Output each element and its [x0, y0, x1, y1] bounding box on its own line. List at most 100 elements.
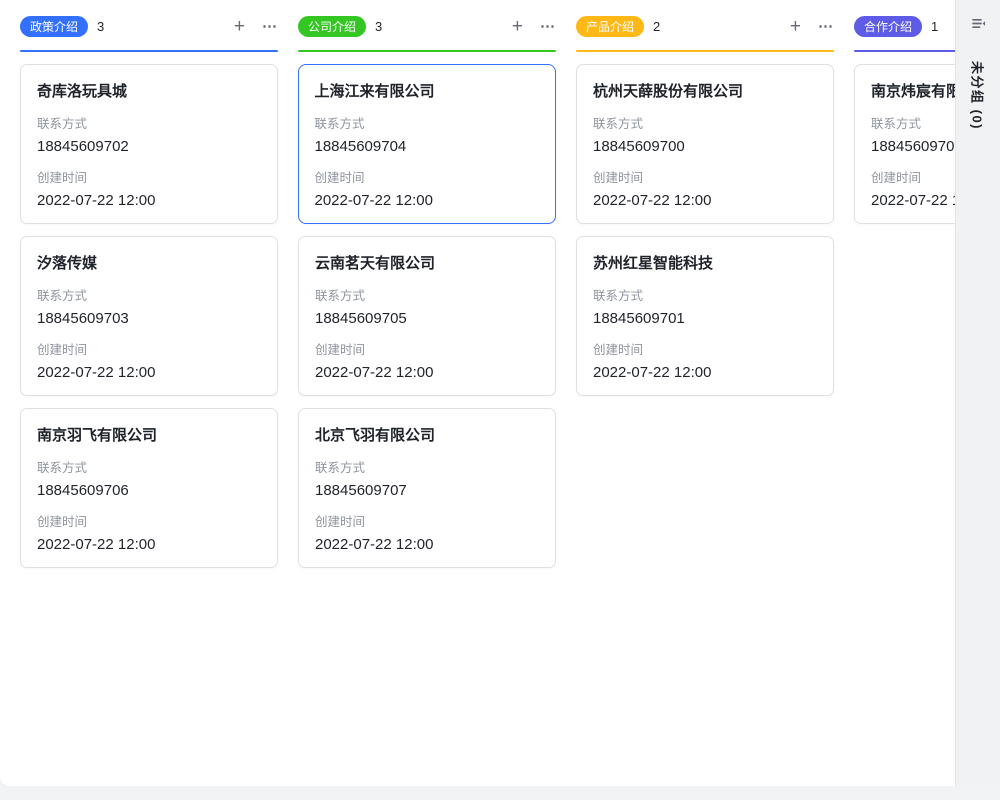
add-card-icon[interactable]: +	[790, 17, 801, 36]
field-label-contact: 联系方式	[37, 457, 261, 476]
group-count: 3	[97, 19, 104, 34]
record-card[interactable]: 北京飞羽有限公司 联系方式 18845609707 创建时间 2022-07-2…	[298, 408, 556, 568]
field-value-contact: 18845609705	[315, 310, 539, 327]
field-label-contact: 联系方式	[37, 285, 261, 304]
field-label-contact: 联系方式	[593, 285, 817, 304]
field-value-contact: 18845609707	[315, 482, 539, 499]
record-title: 杭州天薛股份有限公司	[593, 80, 817, 101]
group-badge[interactable]: 合作介绍	[854, 16, 922, 37]
field-label-contact: 联系方式	[593, 113, 817, 132]
card-list: 上海江来有限公司 联系方式 18845609704 创建时间 2022-07-2…	[298, 64, 556, 568]
more-options-icon[interactable]: ⋯	[262, 19, 278, 34]
field-label-created: 创建时间	[37, 339, 261, 358]
record-title: 汐落传媒	[37, 252, 261, 273]
record-card[interactable]: 奇库洛玩具城 联系方式 18845609702 创建时间 2022-07-22 …	[20, 64, 278, 224]
field-label-contact: 联系方式	[37, 113, 261, 132]
created-field: 创建时间 2022-07-22 12:00	[315, 167, 540, 209]
created-field: 创建时间 2022-07-22 12:00	[315, 511, 539, 553]
group-color-underline	[854, 50, 955, 52]
group-count: 3	[375, 19, 382, 34]
more-options-icon[interactable]: ⋯	[818, 19, 834, 34]
group-badge[interactable]: 产品介绍	[576, 16, 644, 37]
created-field: 创建时间 2022-07-22 12:00	[593, 339, 817, 381]
field-value-created: 2022-07-22 12:00	[315, 364, 539, 381]
created-field: 创建时间 2022-07-22 12:00	[37, 167, 261, 209]
group-count: 1	[931, 19, 938, 34]
horizontal-scrollbar-track[interactable]	[0, 786, 1000, 800]
contact-field: 联系方式 18845609704	[315, 113, 540, 155]
field-value-created: 2022-07-22 12:00	[37, 192, 261, 209]
kanban-board: 政策介绍 3 + ⋯ 奇库洛玩具城 联系方式 18845609702 创建时间 …	[0, 0, 955, 568]
group-color-underline	[298, 50, 556, 52]
field-value-created: 2022-07-22 12:00	[593, 192, 817, 209]
record-card[interactable]: 南京炜宸有限公司 联系方式 18845609708 创建时间 2022-07-2…	[854, 64, 955, 224]
more-options-icon[interactable]: ⋯	[540, 19, 556, 34]
contact-field: 联系方式 18845609700	[593, 113, 817, 155]
field-value-contact: 18845609701	[593, 310, 817, 327]
group-color-underline	[20, 50, 278, 52]
group-badge[interactable]: 公司介绍	[298, 16, 366, 37]
kanban-column-cooperation: 合作介绍 1 + ⋯ 南京炜宸有限公司 联系方式 18845609708 创建时…	[854, 10, 955, 568]
field-value-contact: 18845609704	[315, 138, 540, 155]
record-title: 北京飞羽有限公司	[315, 424, 539, 445]
ungrouped-rail[interactable]: 未分组 (0)	[955, 0, 1000, 786]
record-card[interactable]: 苏州红星智能科技 联系方式 18845609701 创建时间 2022-07-2…	[576, 236, 834, 396]
record-card[interactable]: 汐落传媒 联系方式 18845609703 创建时间 2022-07-22 12…	[20, 236, 278, 396]
field-label-contact: 联系方式	[315, 285, 539, 304]
field-label-created: 创建时间	[37, 167, 261, 186]
record-title: 上海江来有限公司	[315, 80, 540, 101]
kanban-column-product: 产品介绍 2 + ⋯ 杭州天薛股份有限公司 联系方式 18845609700 创…	[576, 10, 834, 568]
field-label-created: 创建时间	[315, 167, 540, 186]
group-header: 公司介绍 3 + ⋯	[298, 10, 556, 42]
ungrouped-label: 未分组 (0)	[969, 61, 988, 130]
record-title: 苏州红星智能科技	[593, 252, 817, 273]
record-title: 南京炜宸有限公司	[871, 80, 955, 101]
field-label-created: 创建时间	[871, 167, 955, 186]
field-value-created: 2022-07-22 12:00	[315, 192, 540, 209]
card-list: 南京炜宸有限公司 联系方式 18845609708 创建时间 2022-07-2…	[854, 64, 955, 224]
kanban-column-company: 公司介绍 3 + ⋯ 上海江来有限公司 联系方式 18845609704 创建时…	[298, 10, 556, 568]
contact-field: 联系方式 18845609703	[37, 285, 261, 327]
field-label-created: 创建时间	[315, 339, 539, 358]
created-field: 创建时间 2022-07-22 12:00	[315, 339, 539, 381]
field-label-contact: 联系方式	[871, 113, 955, 132]
contact-field: 联系方式 18845609707	[315, 457, 539, 499]
contact-field: 联系方式 18845609706	[37, 457, 261, 499]
group-header: 合作介绍 1 + ⋯	[854, 10, 955, 42]
record-card[interactable]: 南京羽飞有限公司 联系方式 18845609706 创建时间 2022-07-2…	[20, 408, 278, 568]
field-label-contact: 联系方式	[315, 457, 539, 476]
field-value-created: 2022-07-22 12:00	[37, 536, 261, 553]
card-list: 奇库洛玩具城 联系方式 18845609702 创建时间 2022-07-22 …	[20, 64, 278, 568]
field-label-created: 创建时间	[593, 339, 817, 358]
field-label-contact: 联系方式	[315, 113, 540, 132]
kanban-column-policy: 政策介绍 3 + ⋯ 奇库洛玩具城 联系方式 18845609702 创建时间 …	[20, 10, 278, 568]
created-field: 创建时间 2022-07-22 12:00	[37, 339, 261, 381]
group-badge[interactable]: 政策介绍	[20, 16, 88, 37]
collapse-groups-icon[interactable]	[970, 15, 987, 37]
group-color-underline	[576, 50, 834, 52]
field-label-created: 创建时间	[593, 167, 817, 186]
created-field: 创建时间 2022-07-22 12:00	[37, 511, 261, 553]
field-label-created: 创建时间	[37, 511, 261, 530]
group-count: 2	[653, 19, 660, 34]
record-title: 南京羽飞有限公司	[37, 424, 261, 445]
record-card-selected[interactable]: 上海江来有限公司 联系方式 18845609704 创建时间 2022-07-2…	[298, 64, 556, 224]
field-value-created: 2022-07-22 12:00	[315, 536, 539, 553]
field-value-created: 2022-07-22 12:00	[37, 364, 261, 381]
field-value-created: 2022-07-22 12:00	[871, 192, 955, 209]
card-list: 杭州天薛股份有限公司 联系方式 18845609700 创建时间 2022-07…	[576, 64, 834, 396]
contact-field: 联系方式 18845609701	[593, 285, 817, 327]
record-card[interactable]: 云南茗天有限公司 联系方式 18845609705 创建时间 2022-07-2…	[298, 236, 556, 396]
field-value-contact: 18845609702	[37, 138, 261, 155]
add-card-icon[interactable]: +	[234, 17, 245, 36]
group-header: 政策介绍 3 + ⋯	[20, 10, 278, 42]
contact-field: 联系方式 18845609702	[37, 113, 261, 155]
field-value-created: 2022-07-22 12:00	[593, 364, 817, 381]
record-title: 云南茗天有限公司	[315, 252, 539, 273]
field-value-contact: 18845609708	[871, 138, 955, 155]
add-card-icon[interactable]: +	[512, 17, 523, 36]
field-label-created: 创建时间	[315, 511, 539, 530]
created-field: 创建时间 2022-07-22 12:00	[593, 167, 817, 209]
record-card[interactable]: 杭州天薛股份有限公司 联系方式 18845609700 创建时间 2022-07…	[576, 64, 834, 224]
kanban-board-panel: 政策介绍 3 + ⋯ 奇库洛玩具城 联系方式 18845609702 创建时间 …	[0, 0, 955, 786]
